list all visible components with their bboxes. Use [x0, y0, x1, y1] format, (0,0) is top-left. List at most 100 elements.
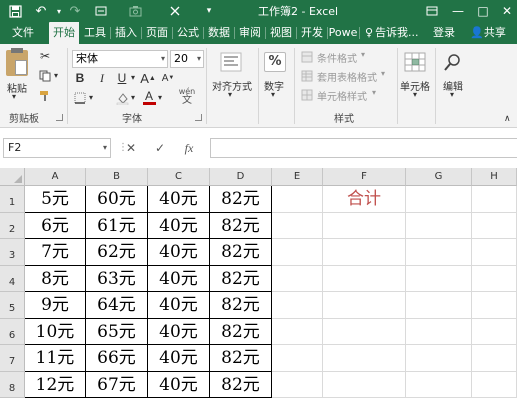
cell-e1[interactable]: [272, 186, 323, 213]
cell-h8[interactable]: [472, 371, 517, 398]
cell-a7[interactable]: 11元: [25, 345, 86, 372]
cell-f8[interactable]: [323, 371, 406, 398]
cell-e6[interactable]: [272, 318, 323, 345]
borders-dropdown-icon[interactable]: ▾: [89, 93, 93, 102]
cell-a6[interactable]: 10元: [25, 318, 86, 345]
row-header-2[interactable]: 2: [0, 212, 25, 239]
row-header-1[interactable]: 1: [0, 186, 25, 213]
cell-f1[interactable]: 合计: [323, 186, 406, 213]
cell-b8[interactable]: 67元: [86, 371, 148, 398]
cell-d3[interactable]: 82元: [210, 239, 272, 266]
format-as-table-dropdown-icon[interactable]: ▾: [381, 69, 385, 78]
cell-b6[interactable]: 65元: [86, 318, 148, 345]
column-header-d[interactable]: D: [210, 168, 272, 186]
row-header-4[interactable]: 4: [0, 265, 25, 292]
cell-styles-dropdown-icon[interactable]: ▾: [372, 88, 376, 97]
conditional-format-dropdown-icon[interactable]: ▾: [361, 50, 365, 59]
cell-d4[interactable]: 82元: [210, 265, 272, 292]
cell-styles-icon[interactable]: [300, 88, 314, 102]
tab-review[interactable]: 审阅: [235, 22, 265, 44]
cell-c2[interactable]: 40元: [148, 212, 210, 239]
cell-b4[interactable]: 63元: [86, 265, 148, 292]
tab-tools[interactable]: 工具: [80, 22, 110, 44]
cell-a1[interactable]: 5元: [25, 186, 86, 213]
number-dropdown-icon[interactable]: ▾: [271, 90, 275, 99]
copy-dropdown-icon[interactable]: ▾: [54, 71, 58, 80]
maximize-button[interactable]: □: [471, 0, 495, 22]
tab-data[interactable]: 数据: [204, 22, 234, 44]
row-header-6[interactable]: 6: [0, 318, 25, 345]
row-header-7[interactable]: 7: [0, 345, 25, 372]
cell-a2[interactable]: 6元: [25, 212, 86, 239]
cell-h2[interactable]: [472, 212, 517, 239]
cell-a4[interactable]: 8元: [25, 265, 86, 292]
cells-dropdown-icon[interactable]: ▾: [413, 90, 417, 99]
alignment-icon[interactable]: [220, 52, 242, 72]
camera-icon[interactable]: [124, 0, 146, 22]
cell-g1[interactable]: [406, 186, 472, 213]
save-icon[interactable]: [4, 0, 26, 22]
font-size-combo[interactable]: 20 ▾: [170, 50, 204, 68]
copy-icon[interactable]: [36, 68, 54, 84]
editing-search-icon[interactable]: [442, 52, 464, 72]
cell-h3[interactable]: [472, 239, 517, 266]
cell-b2[interactable]: 61元: [86, 212, 148, 239]
cell-d8[interactable]: 82元: [210, 371, 272, 398]
fill-color-dropdown-icon[interactable]: ▾: [131, 93, 135, 102]
cell-e7[interactable]: [272, 345, 323, 372]
cut-icon[interactable]: ✂: [36, 48, 54, 64]
insert-function-icon[interactable]: fx: [178, 138, 200, 158]
cell-d2[interactable]: 82元: [210, 212, 272, 239]
column-header-e[interactable]: E: [272, 168, 323, 186]
conditional-format-icon[interactable]: [300, 50, 314, 64]
font-launcher-icon[interactable]: [195, 114, 202, 121]
tab-formulas[interactable]: 公式: [173, 22, 203, 44]
cell-c4[interactable]: 40元: [148, 265, 210, 292]
column-header-f[interactable]: F: [323, 168, 406, 186]
customize-dropdown-icon[interactable]: ▾: [198, 0, 220, 22]
cell-f2[interactable]: [323, 212, 406, 239]
alignment-dropdown-icon[interactable]: ▾: [228, 90, 232, 99]
cell-g8[interactable]: [406, 371, 472, 398]
minimize-button[interactable]: —: [446, 0, 470, 22]
row-header-8[interactable]: 8: [0, 371, 25, 398]
cell-c7[interactable]: 40元: [148, 345, 210, 372]
quick-access-icon[interactable]: [90, 0, 112, 22]
tab-page-layout[interactable]: 页面: [142, 22, 172, 44]
paste-dropdown-icon[interactable]: ▾: [12, 92, 16, 101]
column-header-a[interactable]: A: [25, 168, 86, 186]
cell-f4[interactable]: [323, 265, 406, 292]
tab-home[interactable]: 开始: [49, 22, 79, 44]
editing-dropdown-icon[interactable]: ▾: [450, 90, 454, 99]
touch-mode-icon[interactable]: [164, 0, 186, 22]
cell-styles-button[interactable]: 单元格样式: [317, 88, 367, 103]
close-button[interactable]: ✕: [495, 0, 517, 22]
cell-g5[interactable]: [406, 292, 472, 319]
cell-c5[interactable]: 40元: [148, 292, 210, 319]
tab-file[interactable]: 文件: [4, 22, 42, 44]
cell-c1[interactable]: 40元: [148, 186, 210, 213]
cell-b3[interactable]: 62元: [86, 239, 148, 266]
number-format-icon[interactable]: %: [264, 52, 286, 72]
ribbon-display-icon[interactable]: [420, 0, 444, 22]
underline-dropdown-icon[interactable]: ▾: [131, 73, 135, 82]
cell-f5[interactable]: [323, 292, 406, 319]
font-color-dropdown-icon[interactable]: ▾: [158, 93, 162, 102]
conditional-format-button[interactable]: 条件格式: [317, 50, 357, 65]
italic-button[interactable]: I: [94, 70, 110, 86]
share-button[interactable]: 👤共享: [462, 22, 514, 44]
cells-icon[interactable]: [404, 52, 426, 72]
cell-h7[interactable]: [472, 345, 517, 372]
cell-a5[interactable]: 9元: [25, 292, 86, 319]
tab-insert[interactable]: 插入: [111, 22, 141, 44]
row-header-3[interactable]: 3: [0, 239, 25, 266]
format-painter-icon[interactable]: [36, 88, 54, 104]
bold-button[interactable]: B: [72, 70, 88, 86]
cell-a3[interactable]: 7元: [25, 239, 86, 266]
cell-d6[interactable]: 82元: [210, 318, 272, 345]
grow-font-button[interactable]: A ▲: [140, 70, 156, 86]
cell-e2[interactable]: [272, 212, 323, 239]
cell-f6[interactable]: [323, 318, 406, 345]
cell-g2[interactable]: [406, 212, 472, 239]
cell-h6[interactable]: [472, 318, 517, 345]
